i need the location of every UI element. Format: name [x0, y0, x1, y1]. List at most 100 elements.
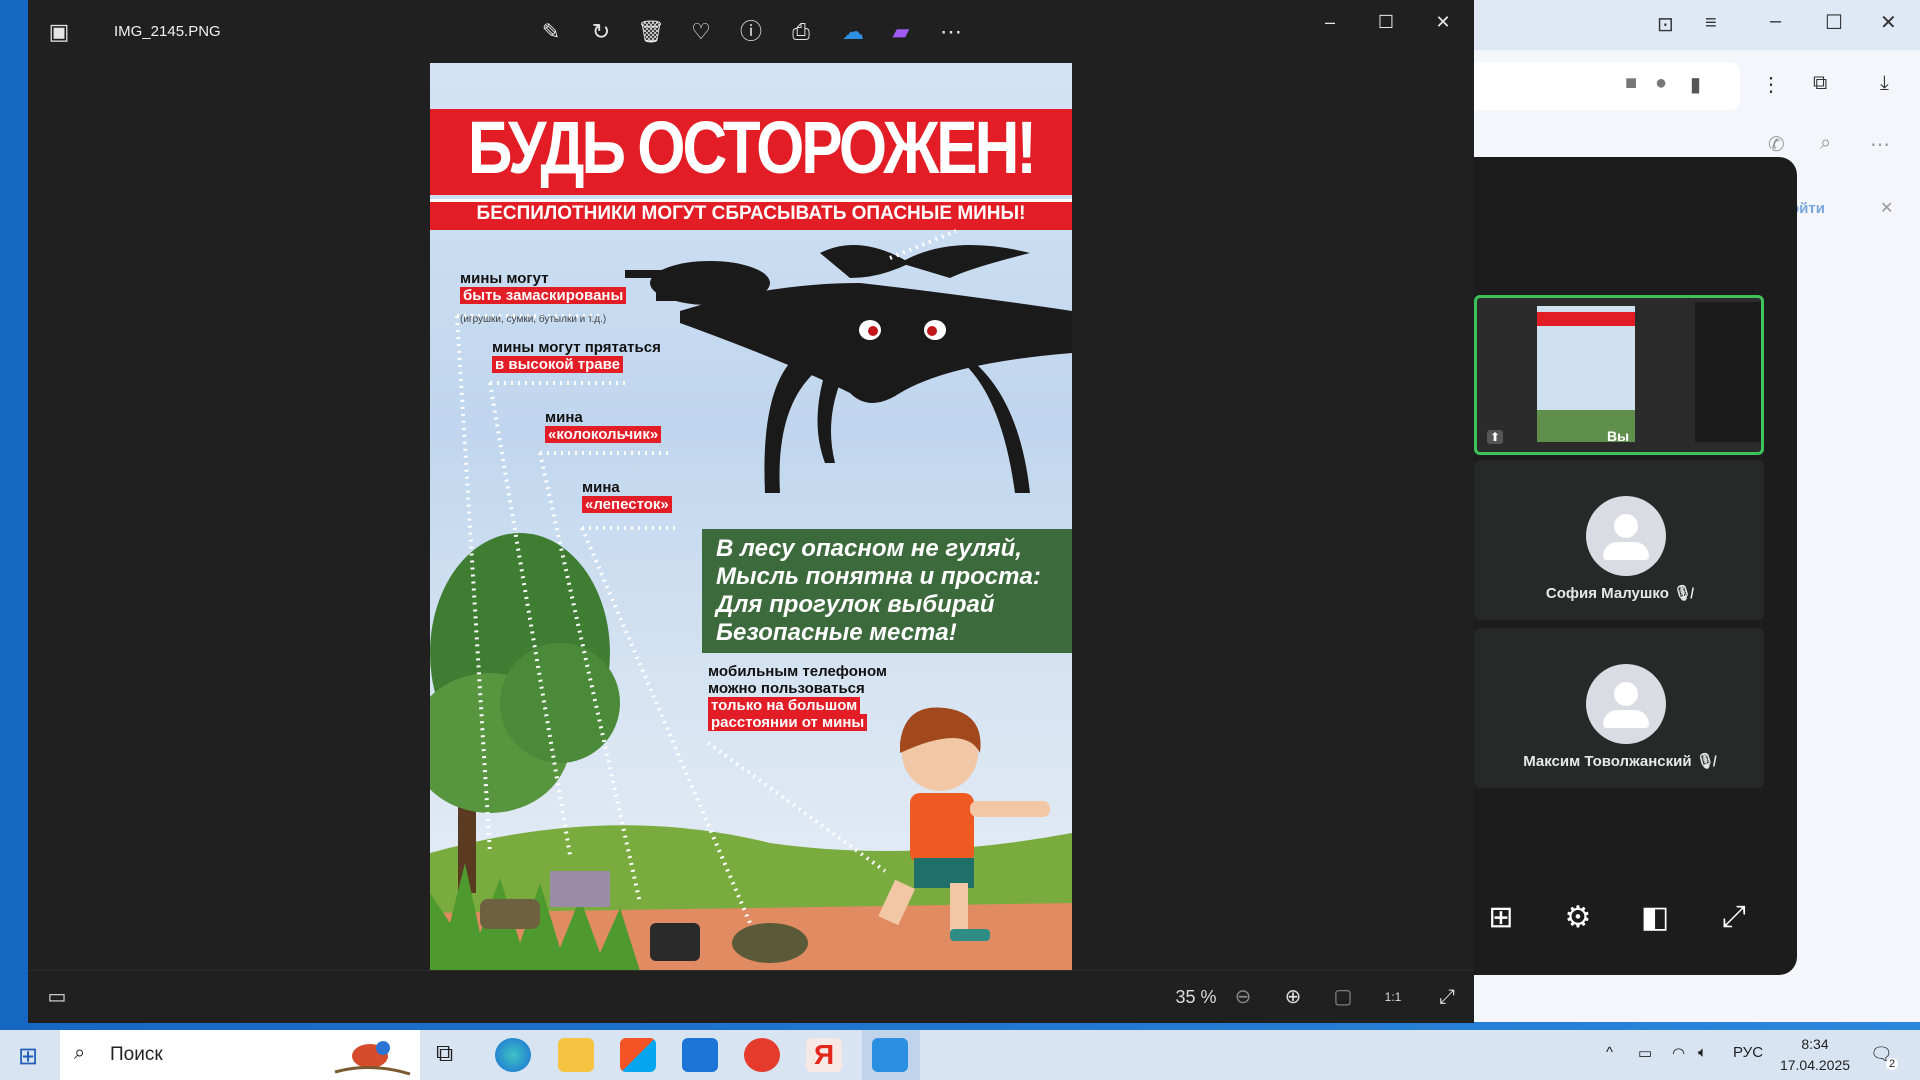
file-name: IMG_2145.PNG [114, 23, 221, 40]
edge-icon[interactable] [495, 1038, 531, 1072]
viewer-titlebar: ▣ IMG_2145.PNG ✎ ↻ 🗑︎ ♡ ⓘ ⎙ ☁ ▰ ⋯ – ☐ ✕ [28, 0, 1474, 64]
label-masked-title: мины могут [460, 270, 549, 287]
grid-view-icon[interactable]: ⊞ [1481, 900, 1521, 935]
avatar [1586, 664, 1666, 744]
browser-titlebar [1465, 0, 1920, 50]
search-icon: ⌕ [74, 1042, 86, 1064]
menu-icon[interactable]: ≡ [1705, 12, 1717, 35]
photos-icon[interactable] [872, 1038, 908, 1072]
mic-icon[interactable]: ● [1655, 72, 1667, 95]
zoom-in-icon[interactable]: ⊕ [1278, 985, 1308, 1009]
poster-image: БУДЬ ОСТОРОЖЕН! БЕСПИЛОТНИКИ МОГУТ СБРАС… [430, 63, 1072, 971]
clipchamp-icon[interactable]: ▰ [886, 18, 916, 46]
more-options-icon[interactable]: ⋯ [1870, 132, 1890, 157]
self-label: Вы [1607, 428, 1630, 444]
extensions-icon[interactable]: ⧉ [1813, 72, 1827, 95]
verse-line: В лесу опасном не гуляй, [716, 535, 1022, 562]
settings-icon[interactable]: ⚙ [1558, 900, 1598, 935]
fullscreen-icon[interactable]: ⤢ [1432, 985, 1462, 1009]
drone-illustration [625, 245, 1072, 493]
participant-tile-2[interactable]: Максим Товолжанский 🎙︎̸ [1474, 628, 1764, 788]
fullscreen-icon[interactable]: ⤢ [1714, 900, 1754, 934]
label-bell-title: мина [545, 409, 583, 426]
search-highlight-bird-icon [334, 1041, 411, 1076]
self-preview-panel [1695, 302, 1761, 442]
verse-line: Безопасные места! [716, 619, 957, 646]
poster-illustration [430, 229, 1072, 971]
pin-icon[interactable]: ⬆ [1487, 430, 1504, 444]
participant-name: София Малушко [1545, 585, 1669, 602]
favorite-icon[interactable]: ♡ [686, 18, 716, 46]
self-video-tile[interactable]: ⬆ Вы [1474, 295, 1764, 455]
zoom-out-icon[interactable]: ⊖ [1228, 985, 1258, 1009]
search-placeholder: Поиск [110, 1044, 163, 1065]
fit-to-window-icon[interactable]: ▢ [1328, 985, 1358, 1009]
store-icon[interactable] [620, 1038, 656, 1072]
clock[interactable]: 8:34 17.04.2025 [1770, 1034, 1860, 1076]
poster-verse: В лесу опасном не гуляй, Мысль понятна и… [716, 535, 1066, 647]
label-masked-note: (игрушки, сумки, бутылки и т.д.) [460, 314, 607, 325]
self-preview [1537, 306, 1635, 442]
close-icon[interactable]: ✕ [1880, 10, 1897, 35]
clock-time: 8:34 [1801, 1036, 1829, 1052]
zoom-level[interactable]: 35 % [1166, 985, 1226, 1009]
phone-label-line2: можно пользоваться [708, 680, 865, 697]
download-icon[interactable]: ⤓ [1880, 72, 1889, 95]
dismiss-icon[interactable]: ✕ [1880, 198, 1893, 218]
wifi-icon[interactable]: ◠ [1672, 1044, 1685, 1062]
edit-icon[interactable]: ✎ [536, 18, 566, 46]
delete-icon[interactable]: 🗑︎ [636, 18, 666, 46]
info-icon[interactable]: ⓘ [736, 18, 766, 46]
photos-app-icon[interactable]: ▣ [44, 18, 74, 46]
file-explorer-icon[interactable] [558, 1038, 594, 1072]
participant-tile-1[interactable]: София Малушко 🎙︎̸ [1474, 460, 1764, 620]
bookmark-icon[interactable]: ▮ [1690, 72, 1701, 97]
verse-line: Для прогулок выбирай [716, 591, 995, 618]
avatar [1586, 496, 1666, 576]
verse-line: Мысль понятна и проста: [716, 563, 1041, 590]
camera-icon[interactable]: ■ [1625, 72, 1637, 95]
more-icon[interactable]: ⋮ [1761, 72, 1781, 97]
clock-date: 17.04.2025 [1779, 1057, 1851, 1073]
phone-label-red1: только на большом [708, 697, 861, 714]
yandex-browser-icon[interactable] [744, 1038, 780, 1072]
phone-label-line1: мобильным телефоном [708, 663, 888, 680]
mail-icon[interactable] [682, 1038, 718, 1072]
muted-mic-icon: 🎙︎̸ [1695, 753, 1715, 770]
muted-mic-icon: 🎙︎̸ [1673, 585, 1693, 602]
label-petal-title: мина [582, 479, 620, 496]
close-icon[interactable]: ✕ [1423, 10, 1463, 34]
actual-size-icon[interactable]: 1:1 [1378, 985, 1408, 1009]
label-grass-title: мины могут прятаться [492, 339, 661, 356]
volume-icon[interactable]: 🔈︎ [1698, 1044, 1707, 1061]
task-view-icon[interactable]: ⧉ [436, 1040, 453, 1068]
onedrive-icon[interactable]: ☁ [838, 18, 868, 46]
print-icon[interactable]: ⎙ [786, 18, 816, 46]
more-icon[interactable]: ⋯ [936, 18, 966, 46]
minimize-icon[interactable]: – [1770, 10, 1781, 33]
phone-label-red2: расстоянии от мины [708, 714, 868, 731]
maximize-icon[interactable]: ☐ [1366, 10, 1406, 34]
rotate-icon[interactable]: ↻ [586, 18, 616, 46]
participant-name: Максим Товолжанский [1523, 753, 1692, 770]
minimize-icon[interactable]: – [1310, 10, 1350, 34]
language-indicator[interactable]: РУС [1733, 1044, 1763, 1061]
preview-banner [1537, 312, 1635, 326]
label-petal-red: «лепесток» [582, 496, 672, 513]
label-bell-red: «колокольчик» [545, 426, 662, 443]
label-masked-red: быть замаскированы [460, 287, 627, 304]
maximize-icon[interactable]: ☐ [1825, 10, 1843, 35]
phone-icon[interactable]: ✆ [1768, 132, 1785, 157]
battery-icon[interactable]: ▭ [1638, 1044, 1652, 1062]
start-button[interactable]: ⊞ [18, 1042, 38, 1071]
layout-icon[interactable]: ◧ [1635, 900, 1675, 935]
viewer-bottom-bar: ▭ 35 % ⊖ ⊕ ▢ 1:1 ⤢ [28, 970, 1474, 1023]
label-grass-red: в высокой траве [492, 356, 624, 373]
notification-count: 2 [1886, 1058, 1899, 1070]
bookmarks-icon[interactable]: ⊡ [1657, 12, 1674, 37]
filmstrip-icon[interactable]: ▭ [42, 985, 72, 1009]
yandex-icon[interactable]: Я [806, 1038, 842, 1072]
search-icon[interactable]: ⌕ [1820, 132, 1831, 155]
show-hidden-icon[interactable]: ^ [1606, 1044, 1613, 1061]
taskbar-search[interactable]: ⌕ Поиск [60, 1030, 420, 1080]
